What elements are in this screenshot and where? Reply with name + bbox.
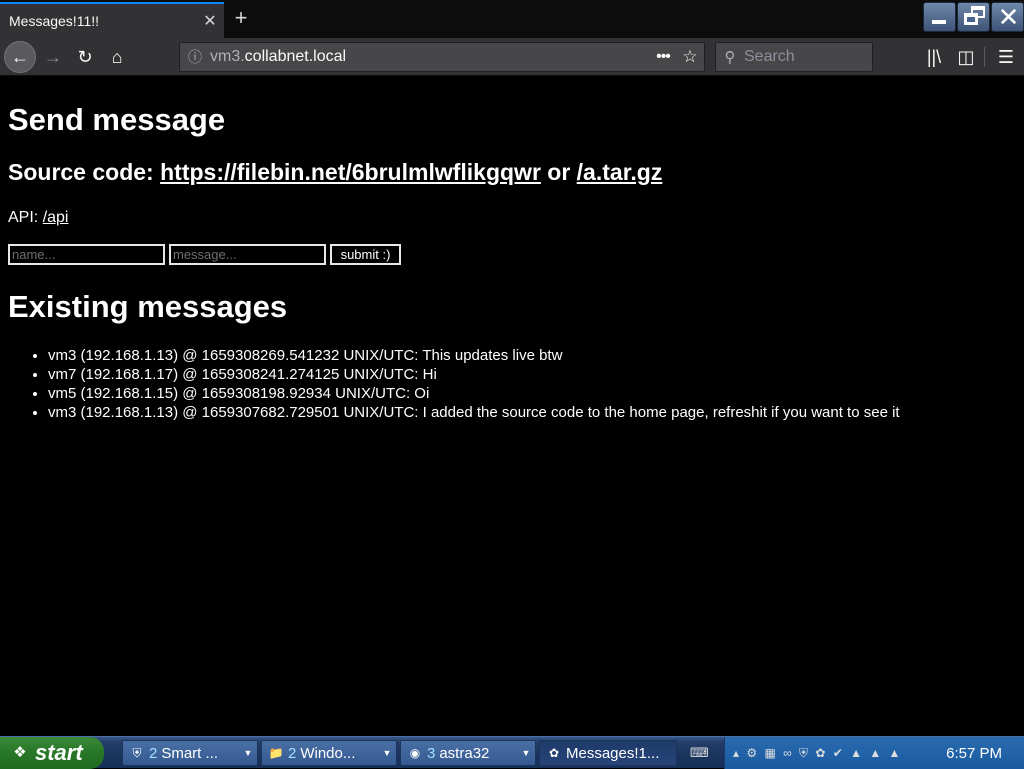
nav-toolbar: ← → ↻ ⌂ ⓘ vm3.collabnet.local ••• ☆ ⚲ Se… <box>0 38 1024 76</box>
start-button[interactable]: ❖ start <box>0 737 104 769</box>
chevron-down-icon: ▼ <box>243 748 253 758</box>
task-label: Windo... <box>300 744 356 762</box>
browser-titlebar: Messages!11!! ✕ + ✕ <box>0 0 1024 38</box>
sidebar-button[interactable]: ◫ <box>951 42 981 72</box>
list-item: vm5 (192.168.1.15) @ 1659308198.92934 UN… <box>48 384 900 403</box>
task-astra32[interactable]: ◉ 3 astra32 ▼ <box>400 740 536 766</box>
url-host: collabnet.local <box>244 48 347 65</box>
library-icon: ||\ <box>926 47 942 67</box>
heading-source-code: Source code: https://filebin.net/6brulml… <box>8 159 662 186</box>
bookmark-star-icon[interactable]: ☆ <box>676 47 704 67</box>
firefox-icon: ✿ <box>548 746 560 760</box>
folder-icon: 📁 <box>268 746 284 760</box>
list-item: vm7 (192.168.1.17) @ 1659308241.274125 U… <box>48 365 900 384</box>
url-prefix: vm3. <box>210 48 245 65</box>
list-item: vm3 (192.168.1.13) @ 1659307682.729501 U… <box>48 403 900 422</box>
reload-button[interactable]: ↻ <box>70 42 100 72</box>
task-messages[interactable]: ✿ Messages!1... <box>539 740 677 766</box>
menu-icon: ☰ <box>997 47 1015 67</box>
submit-button[interactable]: submit :) <box>330 244 401 265</box>
menu-button[interactable]: ☰ <box>991 42 1021 72</box>
system-tray: ▴ ⚙ ▦ ∞ ⛨ ✿ ✔ ▲ ▲ ▲ 6:57 PM <box>724 737 1024 769</box>
chevron-down-icon: ▼ <box>382 748 392 758</box>
api-link[interactable]: /api <box>43 209 69 226</box>
page-content: Send message Source code: https://filebi… <box>0 77 1024 736</box>
back-button[interactable]: ← <box>4 41 36 73</box>
forward-icon: → <box>44 47 62 67</box>
forward-button[interactable]: → <box>38 42 68 72</box>
close-window-button[interactable]: ✕ <box>991 2 1024 32</box>
tab-messages[interactable]: Messages!11!! ✕ <box>0 2 224 38</box>
reload-icon: ↻ <box>77 47 93 67</box>
url-bar[interactable]: ⓘ vm3.collabnet.local ••• ☆ <box>179 42 705 72</box>
shield-icon: ⛨ <box>132 745 142 760</box>
list-item: vm3 (192.168.1.13) @ 1659308269.541232 U… <box>48 346 900 365</box>
messages-list: vm3 (192.168.1.13) @ 1659308269.541232 U… <box>48 346 900 422</box>
task-list: ⛨ 2 Smart ... ▼ 📁 2 Windo... ▼ ◉ 3 astra… <box>122 740 680 766</box>
app-icon: ◉ <box>409 746 421 760</box>
task-smart[interactable]: ⛨ 2 Smart ... ▼ <box>122 740 258 766</box>
toolbar-separator <box>984 47 985 67</box>
restore-icon-front <box>964 13 978 25</box>
clock: 6:57 PM <box>946 744 1002 762</box>
close-tab-icon[interactable]: ✕ <box>198 11 222 31</box>
keyboard-icon[interactable]: ⌨ <box>690 745 709 761</box>
source-or: or <box>547 159 571 185</box>
search-input[interactable]: Search <box>744 48 795 66</box>
api-line: API: /api <box>8 209 68 227</box>
home-icon: ⌂ <box>111 47 123 67</box>
api-label: API: <box>8 209 39 226</box>
task-count: 2 <box>149 744 158 762</box>
task-label: astra32 <box>439 744 490 762</box>
chevron-down-icon: ▼ <box>521 748 531 758</box>
taskbar: ❖ start ⛨ 2 Smart ... ▼ 📁 2 Windo... ▼ ◉… <box>0 736 1024 769</box>
windows-logo-icon: ❖ <box>13 744 27 761</box>
back-icon: ← <box>11 47 29 67</box>
minimize-button[interactable] <box>923 2 956 32</box>
heading-send-message: Send message <box>8 102 226 137</box>
task-count: 3 <box>427 744 436 762</box>
start-label: start <box>35 740 83 765</box>
task-windows[interactable]: 📁 2 Windo... ▼ <box>261 740 397 766</box>
task-count: 2 <box>288 744 297 762</box>
window-controls: ✕ <box>922 0 1024 34</box>
heading-existing-messages: Existing messages <box>8 289 288 324</box>
search-icon: ⚲ <box>724 49 736 66</box>
message-form: submit :) <box>8 244 401 265</box>
name-input[interactable] <box>8 244 165 265</box>
page-actions-icon[interactable]: ••• <box>650 48 676 66</box>
source-link[interactable]: https://filebin.net/6brulmlwflikgqwr <box>160 159 541 185</box>
info-icon[interactable]: ⓘ <box>180 47 210 67</box>
search-bar[interactable]: ⚲ Search <box>715 42 873 72</box>
task-label: Messages!1... <box>566 744 660 762</box>
task-label: Smart ... <box>161 744 219 762</box>
url-text[interactable]: vm3.collabnet.local <box>210 48 650 66</box>
source-tar-link[interactable]: /a.tar.gz <box>577 159 663 185</box>
tab-title: Messages!11!! <box>9 13 100 29</box>
source-label: Source code: <box>8 159 154 185</box>
sidebar-icon: ◫ <box>957 47 975 67</box>
library-button[interactable]: ||\ <box>919 42 949 72</box>
minimize-icon <box>932 20 946 24</box>
message-input[interactable] <box>169 244 326 265</box>
close-icon: ✕ <box>997 2 1020 32</box>
new-tab-button[interactable]: + <box>226 4 256 34</box>
home-button[interactable]: ⌂ <box>102 42 132 72</box>
tray-icons[interactable]: ▴ ⚙ ▦ ∞ ⛨ ✿ ✔ ▲ ▲ ▲ <box>733 746 946 761</box>
restore-button[interactable] <box>957 2 990 32</box>
